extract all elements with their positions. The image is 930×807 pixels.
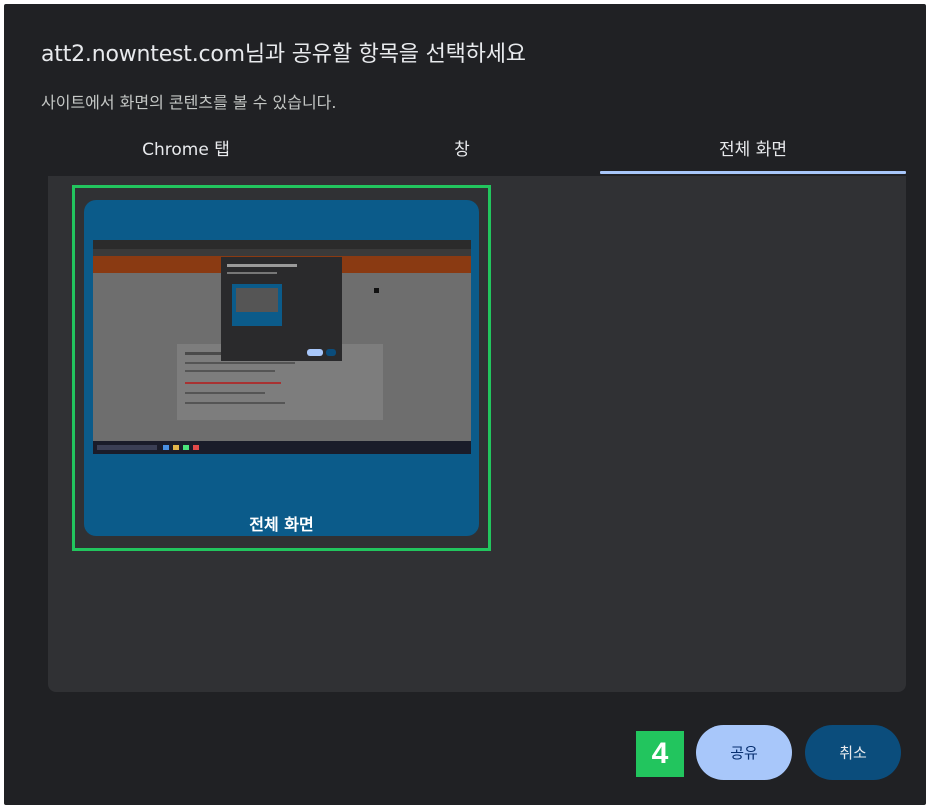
share-button[interactable]: 공유 <box>696 725 792 780</box>
source-entire-screen[interactable]: 전체 화면 <box>72 185 491 551</box>
source-label: 전체 화면 <box>249 515 314 534</box>
source-list-panel: 전체 화면 <box>48 176 906 692</box>
screen-thumbnail <box>93 240 471 454</box>
dialog-title: att2.nowntest.com님과 공유할 항목을 선택하세요 <box>41 42 526 67</box>
source-card-body: 전체 화면 <box>84 200 479 536</box>
tab-entire-screen[interactable]: 전체 화면 <box>600 132 906 176</box>
screen-thumbnail-image <box>93 240 471 454</box>
tab-window[interactable]: 창 <box>324 132 600 176</box>
share-type-tabs: Chrome 탭 창 전체 화면 <box>48 132 906 176</box>
cancel-button[interactable]: 취소 <box>805 725 901 780</box>
screen-share-dialog: att2.nowntest.com님과 공유할 항목을 선택하세요 사이트에서 … <box>4 4 926 805</box>
tab-chrome-tab[interactable]: Chrome 탭 <box>48 132 324 176</box>
dialog-subtitle: 사이트에서 화면의 콘텐츠를 볼 수 있습니다. <box>41 93 337 112</box>
step-number-badge: 4 <box>636 731 684 777</box>
